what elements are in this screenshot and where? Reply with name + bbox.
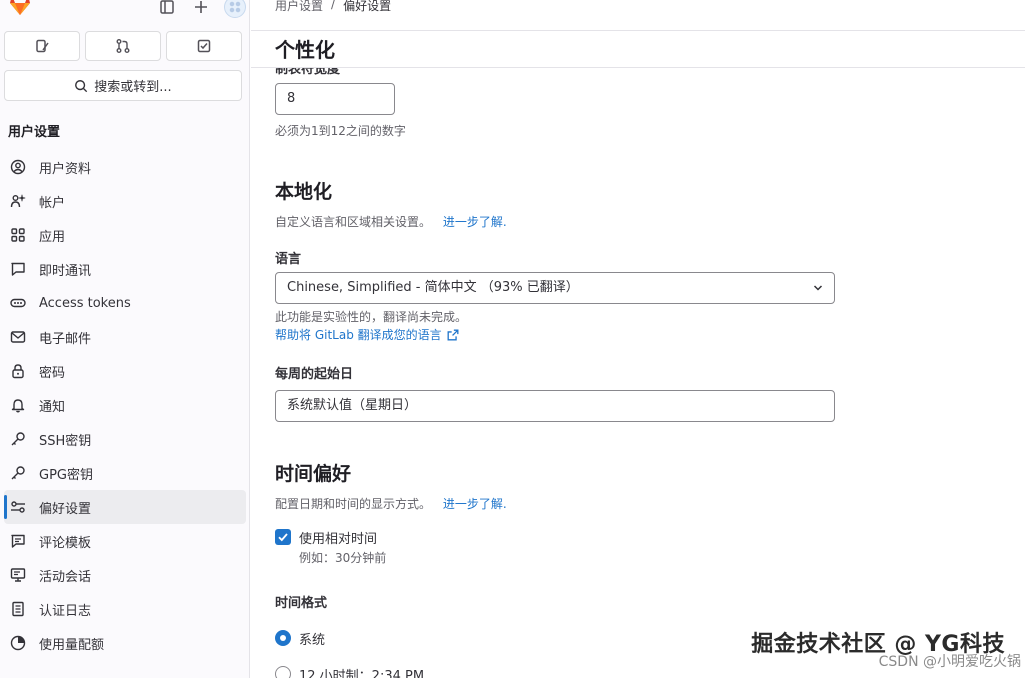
language-select[interactable]: Chinese, Simplified - 简体中文 （93% 已翻译） xyxy=(275,272,835,304)
key-icon xyxy=(11,432,25,446)
time-format-label: 时间格式 xyxy=(275,596,328,611)
sidebar-item-label: 即时通讯 xyxy=(39,263,92,279)
sidebar-item-comment-templates[interactable]: 评论模板 xyxy=(4,524,246,558)
sidebar-item-notifications[interactable]: 通知 xyxy=(4,388,246,422)
section-title-time-preferences: 时间偏好 xyxy=(275,463,352,485)
breadcrumb-separator: / xyxy=(331,0,336,11)
time-prefs-desc: 配置日期和时间的显示方式。 进一步了解. xyxy=(275,495,507,512)
relative-time-example: 例如：30分钟前 xyxy=(299,551,387,565)
section-title-personalization: 个性化 xyxy=(275,38,335,62)
time-format-option-12h[interactable]: 12 小时制：2:34 PM xyxy=(299,665,424,678)
sidebar-item-label: 认证日志 xyxy=(39,603,92,619)
time-prefs-learn-more-link[interactable]: 进一步了解. xyxy=(443,497,507,511)
sidebar-item-label: 活动会话 xyxy=(39,569,92,585)
todo-icon xyxy=(197,39,211,53)
sidebar: 搜索或转到... 用户设置 用户资料 帐户 应用 即时通讯 Access tok… xyxy=(0,0,250,678)
sidebar-item-label: 评论模板 xyxy=(39,535,92,551)
help-translate-link[interactable]: 帮助将 GitLab 翻译成您的语言 xyxy=(275,326,460,343)
user-avatar[interactable] xyxy=(218,0,252,18)
comment-icon xyxy=(11,534,25,548)
preferences-icon xyxy=(11,501,25,513)
nav-section-title: 用户设置 xyxy=(8,125,61,140)
token-icon xyxy=(10,298,26,308)
plus-icon[interactable] xyxy=(184,0,218,18)
relative-time-label[interactable]: 使用相对时间 xyxy=(299,528,377,547)
sidebar-item-label: GPG密钥 xyxy=(39,467,93,483)
sidebar-item-label: Access tokens xyxy=(39,295,131,311)
localization-learn-more-link[interactable]: 进一步了解. xyxy=(443,215,507,229)
sticky-section-header: 个性化 xyxy=(251,30,1025,68)
issues-button[interactable] xyxy=(4,31,80,61)
sidebar-item-applications[interactable]: 应用 xyxy=(4,218,246,252)
week-start-select[interactable]: 系统默认值（星期日） xyxy=(275,390,835,422)
external-link-icon xyxy=(447,329,459,340)
merge-requests-button[interactable] xyxy=(85,31,161,61)
sidebar-item-emails[interactable]: 电子邮件 xyxy=(4,320,246,354)
toggle-sidebar-icon[interactable] xyxy=(150,0,184,18)
watermark-sub: CSDN @小明爱吃火锅 xyxy=(878,654,1021,670)
sidebar-item-label: 密码 xyxy=(39,365,66,381)
gitlab-logo-icon[interactable] xyxy=(8,0,32,16)
mail-icon xyxy=(10,331,26,343)
localization-desc: 自定义语言和区域相关设置。 进一步了解. xyxy=(275,213,507,230)
time-format-option-system[interactable]: 系统 xyxy=(299,629,325,648)
sidebar-item-account[interactable]: 帐户 xyxy=(4,184,246,218)
issues-icon xyxy=(36,39,49,53)
log-icon xyxy=(12,601,24,617)
sidebar-item-label: 帐户 xyxy=(39,195,66,211)
monitor-icon xyxy=(10,568,26,582)
experimental-note: 此功能是实验性的，翻译尚未完成。 xyxy=(275,310,468,324)
time-format-radio-12h[interactable] xyxy=(275,666,291,678)
chevron-down-icon xyxy=(813,285,823,291)
merge-request-icon xyxy=(116,39,130,53)
sidebar-item-usage-quotas[interactable]: 使用量配额 xyxy=(4,626,246,660)
time-format-radio-system[interactable] xyxy=(275,630,291,646)
profile-icon xyxy=(10,159,26,175)
section-title-localization: 本地化 xyxy=(275,181,333,203)
language-label: 语言 xyxy=(275,252,302,267)
tab-width-input[interactable]: 8 xyxy=(275,83,395,115)
sidebar-item-access-tokens[interactable]: Access tokens xyxy=(4,286,246,320)
sidebar-item-password[interactable]: 密码 xyxy=(4,354,246,388)
chat-icon xyxy=(11,262,25,276)
sidebar-item-gpg-keys[interactable]: GPG密钥 xyxy=(4,456,246,490)
sidebar-item-label: 偏好设置 xyxy=(39,501,92,517)
quota-icon xyxy=(10,635,26,651)
breadcrumb-parent[interactable]: 用户设置 xyxy=(275,0,323,14)
sidebar-item-label: 通知 xyxy=(39,399,66,415)
sidebar-item-chat[interactable]: 即时通讯 xyxy=(4,252,246,286)
sidebar-item-profile[interactable]: 用户资料 xyxy=(4,150,246,184)
sidebar-item-label: SSH密钥 xyxy=(39,433,92,449)
todos-button[interactable] xyxy=(166,31,242,61)
help-translate-text: 帮助将 GitLab 翻译成您的语言 xyxy=(275,328,442,342)
key-icon xyxy=(11,466,25,480)
account-icon xyxy=(10,194,26,208)
search-icon xyxy=(75,79,88,92)
main-content: 用户设置 / 偏好设置 个性化 制表符宽度 8 必须为1到12之间的数字 本地化… xyxy=(251,0,1025,678)
search-button[interactable]: 搜索或转到... xyxy=(4,70,242,101)
sidebar-item-active-sessions[interactable]: 活动会话 xyxy=(4,558,246,592)
breadcrumb: 用户设置 / 偏好设置 xyxy=(275,0,391,14)
language-select-value: Chinese, Simplified - 简体中文 （93% 已翻译） xyxy=(287,280,579,295)
relative-time-checkbox[interactable] xyxy=(275,529,291,545)
sidebar-item-label: 用户资料 xyxy=(39,161,92,177)
time-prefs-desc-text: 配置日期和时间的显示方式。 xyxy=(275,497,432,511)
sidebar-item-auth-log[interactable]: 认证日志 xyxy=(4,592,246,626)
week-start-select-value: 系统默认值（星期日） xyxy=(287,398,418,413)
lock-icon xyxy=(12,364,24,379)
breadcrumb-current: 偏好设置 xyxy=(343,0,392,13)
bell-icon xyxy=(11,399,25,413)
tab-width-help: 必须为1到12之间的数字 xyxy=(275,124,406,138)
localization-desc-text: 自定义语言和区域相关设置。 xyxy=(275,215,432,229)
sidebar-item-label: 使用量配额 xyxy=(39,637,105,653)
sidebar-item-preferences[interactable]: 偏好设置 xyxy=(4,490,246,524)
search-label: 搜索或转到... xyxy=(94,80,172,95)
sidebar-item-label: 应用 xyxy=(39,229,66,245)
sidebar-item-ssh-keys[interactable]: SSH密钥 xyxy=(4,422,246,456)
applications-icon xyxy=(11,228,25,242)
check-icon xyxy=(278,533,288,542)
sidebar-nav: 用户资料 帐户 应用 即时通讯 Access tokens 电子邮件 密码 通知… xyxy=(4,150,246,660)
sidebar-item-label: 电子邮件 xyxy=(39,331,92,347)
week-start-label: 每周的起始日 xyxy=(275,367,354,382)
